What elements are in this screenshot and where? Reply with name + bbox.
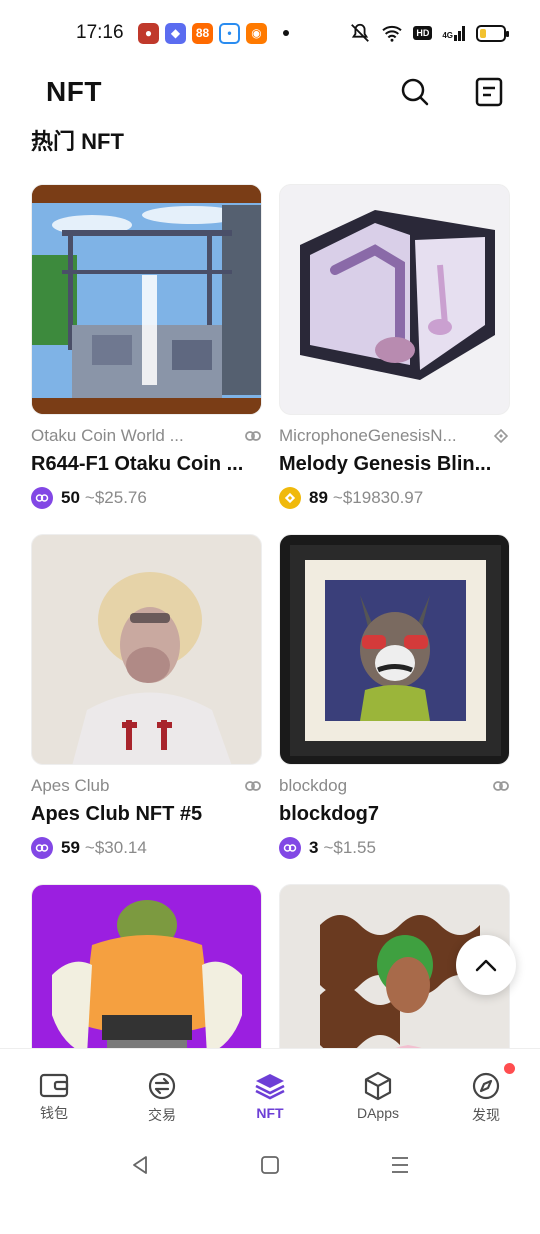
- notification-icons: ● ◆ 88 • ◉: [138, 22, 289, 44]
- polygon-chain-icon: [492, 777, 510, 795]
- signal-icon: 4G: [442, 25, 466, 41]
- nft-price-usd: ~$19830.97: [332, 488, 424, 507]
- home-square-icon: [261, 1156, 279, 1174]
- nft-card[interactable]: Apes Club Apes Club NFT #5 59 ~$30.14: [31, 534, 262, 884]
- nav-label: DApps: [356, 1105, 400, 1121]
- collection-name: Otaku Coin World ...: [31, 426, 184, 445]
- status-time: 17:16: [76, 22, 124, 43]
- nft-name: Melody Genesis Blin...: [279, 453, 492, 475]
- recents-button[interactable]: [385, 1150, 415, 1180]
- nav-discover[interactable]: 发现: [432, 1049, 540, 1130]
- nft-price-usd: ~$1.55: [323, 838, 376, 857]
- document-list-icon: [475, 77, 503, 107]
- page-title: NFT: [46, 76, 102, 107]
- polygon-token-icon: [279, 837, 301, 859]
- layers-icon: [255, 1074, 285, 1100]
- polygon-chain-icon: [244, 427, 262, 445]
- nft-image: [31, 184, 262, 415]
- nft-price: 3: [309, 838, 319, 857]
- wifi-icon: [382, 25, 402, 42]
- nft-image: [279, 184, 510, 415]
- app-notification-icon: ●: [138, 22, 159, 44]
- app-notification-icon: •: [219, 22, 240, 44]
- back-button[interactable]: [125, 1150, 155, 1180]
- app-notification-icon: 88: [192, 22, 213, 44]
- nft-card[interactable]: MicrophoneGenesisN... Melody Genesis Bli…: [279, 184, 510, 534]
- status-bar: 17:16 ● ◆ 88 • ◉ HD 4G: [0, 0, 540, 66]
- nft-price-usd: ~$25.76: [84, 488, 147, 507]
- orders-button[interactable]: [472, 75, 506, 109]
- back-triangle-icon: [133, 1156, 147, 1174]
- app-notification-icon: ◆: [165, 22, 186, 44]
- cube-icon: [364, 1071, 392, 1101]
- nav-trade[interactable]: 交易: [108, 1049, 216, 1130]
- wallet-icon: [39, 1073, 69, 1098]
- polygon-token-icon: [31, 837, 53, 859]
- nft-name: R644-F1 Otaku Coin ...: [31, 453, 244, 475]
- section-title: 热门 NFT: [31, 129, 124, 154]
- battery-fill: [480, 28, 486, 38]
- nav-dapps[interactable]: DApps: [324, 1049, 432, 1130]
- swap-icon: [148, 1072, 176, 1100]
- nav-label: 交易: [148, 1107, 176, 1123]
- collection-name: MicrophoneGenesisN...: [279, 426, 457, 445]
- search-button[interactable]: [398, 75, 432, 109]
- nft-price: 59: [61, 838, 80, 857]
- nft-card[interactable]: blockdog blockdog7 3 ~$1.55: [279, 534, 510, 884]
- nft-card[interactable]: Otaku Coin World ... R644-F1 Otaku Coin …: [31, 184, 262, 534]
- menu-lines-icon: [392, 1157, 408, 1173]
- notification-badge: [504, 1063, 515, 1074]
- polygon-chain-icon: [244, 777, 262, 795]
- nft-image: [31, 534, 262, 765]
- mute-icon: [351, 23, 370, 42]
- nav-label: 发现: [472, 1107, 500, 1123]
- nav-label: NFT: [256, 1105, 284, 1121]
- search-icon: [401, 78, 429, 106]
- app-notification-icon: ◉: [246, 22, 267, 44]
- collection-name: blockdog: [279, 776, 348, 795]
- compass-icon: [472, 1072, 500, 1100]
- battery-icon: [476, 24, 509, 42]
- nav-nft[interactable]: NFT: [216, 1049, 324, 1130]
- bnb-chain-icon: [492, 427, 510, 445]
- home-button[interactable]: [255, 1150, 285, 1180]
- bottom-navigation: 钱包 交易 NFT DApps 发现: [0, 1048, 540, 1130]
- scroll-to-top-button[interactable]: [456, 935, 516, 995]
- nft-name: blockdog7: [279, 803, 380, 825]
- nft-name: Apes Club NFT #5: [31, 803, 203, 825]
- polygon-token-icon: [31, 487, 53, 509]
- nft-price: 50: [61, 488, 80, 507]
- nft-price-usd: ~$30.14: [84, 838, 147, 857]
- nft-image: [279, 534, 510, 765]
- nav-wallet[interactable]: 钱包: [0, 1049, 108, 1130]
- nft-price: 89: [309, 488, 328, 507]
- nav-label: 钱包: [40, 1105, 68, 1121]
- bnb-token-icon: [279, 487, 301, 509]
- more-notifications-dot: [283, 30, 289, 36]
- app-header: NFT: [0, 66, 540, 118]
- collection-name: Apes Club: [31, 776, 110, 795]
- system-navigation-bar: [0, 1130, 540, 1200]
- hd-icon: HD: [413, 26, 433, 40]
- chevron-up-icon: [475, 959, 497, 972]
